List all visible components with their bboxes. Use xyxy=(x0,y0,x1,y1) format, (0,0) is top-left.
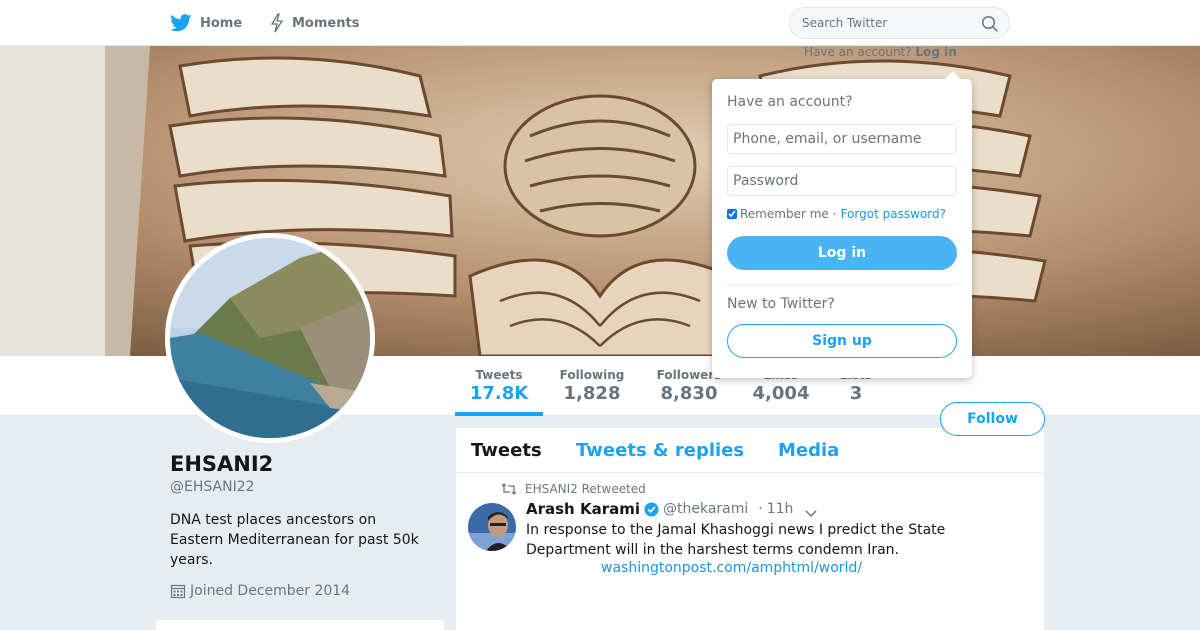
tweet-link[interactable]: washingtonpost.com/amphtml/world/ xyxy=(601,560,862,576)
retweet-context: EHSANI2 Retweeted xyxy=(501,482,646,496)
stat-value: 8,830 xyxy=(660,383,718,404)
profile-bio: DNA test places ancestors on Eastern Med… xyxy=(170,512,419,568)
username-field[interactable] xyxy=(727,124,957,154)
separator-dot: · xyxy=(832,207,837,221)
login-heading: Have an account? xyxy=(727,94,853,110)
search-input[interactable] xyxy=(790,8,970,38)
sidebar-card xyxy=(156,620,444,630)
login-prompt: Have an account? Log in xyxy=(804,45,957,59)
new-to-twitter-heading: New to Twitter? xyxy=(727,296,835,312)
password-field[interactable] xyxy=(727,166,957,196)
timeline: Tweets Tweets & replies Media EHSANI2 Re… xyxy=(456,428,1044,630)
retweet-icon xyxy=(501,483,517,495)
login-prompt-text: Have an account? xyxy=(804,45,912,59)
remember-me-checkbox[interactable] xyxy=(727,209,737,219)
profile-handle[interactable]: @EHSANI22 xyxy=(170,479,255,495)
divider xyxy=(727,284,957,285)
tweet-author-name[interactable]: Arash Karami xyxy=(526,500,640,518)
stat-label: Tweets xyxy=(475,368,523,382)
profile-joined-date: Joined December 2014 xyxy=(170,583,350,599)
tweet[interactable]: EHSANI2 Retweeted Arash Karami @thekaram… xyxy=(456,474,1044,630)
login-link[interactable]: Log in xyxy=(915,45,956,59)
forgot-password-link[interactable]: Forgot password? xyxy=(841,207,946,221)
signup-button[interactable]: Sign up xyxy=(727,324,957,358)
active-stat-underline xyxy=(455,412,543,416)
retweet-context-text[interactable]: EHSANI2 Retweeted xyxy=(525,482,646,496)
tweet-header: Arash Karami @thekarami · 11h xyxy=(526,500,793,518)
tab-tweets-replies[interactable]: Tweets & replies xyxy=(576,440,744,461)
search-icon[interactable] xyxy=(981,15,999,33)
tweet-text: In response to the Jamal Khashoggi news … xyxy=(526,522,946,558)
nav-home-label: Home xyxy=(200,15,243,31)
stat-tweets[interactable]: Tweets 17.8K xyxy=(455,368,543,404)
tab-tweets[interactable]: Tweets xyxy=(471,440,542,461)
joined-text: Joined December 2014 xyxy=(190,583,351,599)
remember-me-label[interactable]: Remember me xyxy=(740,207,829,221)
login-dropdown: Have an account? Remember me · Forgot pa… xyxy=(712,71,972,378)
stat-label: Following xyxy=(559,368,625,382)
nav-home[interactable]: Home xyxy=(170,0,242,46)
profile-avatar[interactable] xyxy=(165,233,375,443)
lightning-icon xyxy=(270,13,284,33)
nav-moments[interactable]: Moments xyxy=(270,0,359,46)
stat-value: 4,004 xyxy=(752,383,810,404)
tweet-author-avatar[interactable] xyxy=(468,503,516,551)
tweet-author-handle[interactable]: @thekarami xyxy=(663,501,748,517)
profile-name[interactable]: EHSANI2 xyxy=(170,452,273,476)
calendar-icon xyxy=(170,583,186,599)
stat-value: 3 xyxy=(849,383,863,404)
search-box xyxy=(789,7,1010,39)
remember-me-row: Remember me · Forgot password? xyxy=(727,207,946,221)
nav-moments-label: Moments xyxy=(292,15,360,31)
login-button[interactable]: Log in xyxy=(727,236,957,270)
stat-value: 17.8K xyxy=(469,383,529,404)
separator-dot: · xyxy=(758,501,763,517)
tab-media[interactable]: Media xyxy=(778,440,839,461)
verified-badge-icon xyxy=(644,501,659,517)
dropdown-caret xyxy=(945,71,961,79)
top-navigation-bar: Home Moments xyxy=(0,0,1200,46)
twitter-bird-icon xyxy=(170,14,192,32)
follow-button[interactable]: Follow xyxy=(940,402,1045,436)
tweet-timestamp[interactable]: 11h xyxy=(767,501,794,517)
stat-value: 1,828 xyxy=(563,383,621,404)
stat-following[interactable]: Following 1,828 xyxy=(553,368,631,404)
